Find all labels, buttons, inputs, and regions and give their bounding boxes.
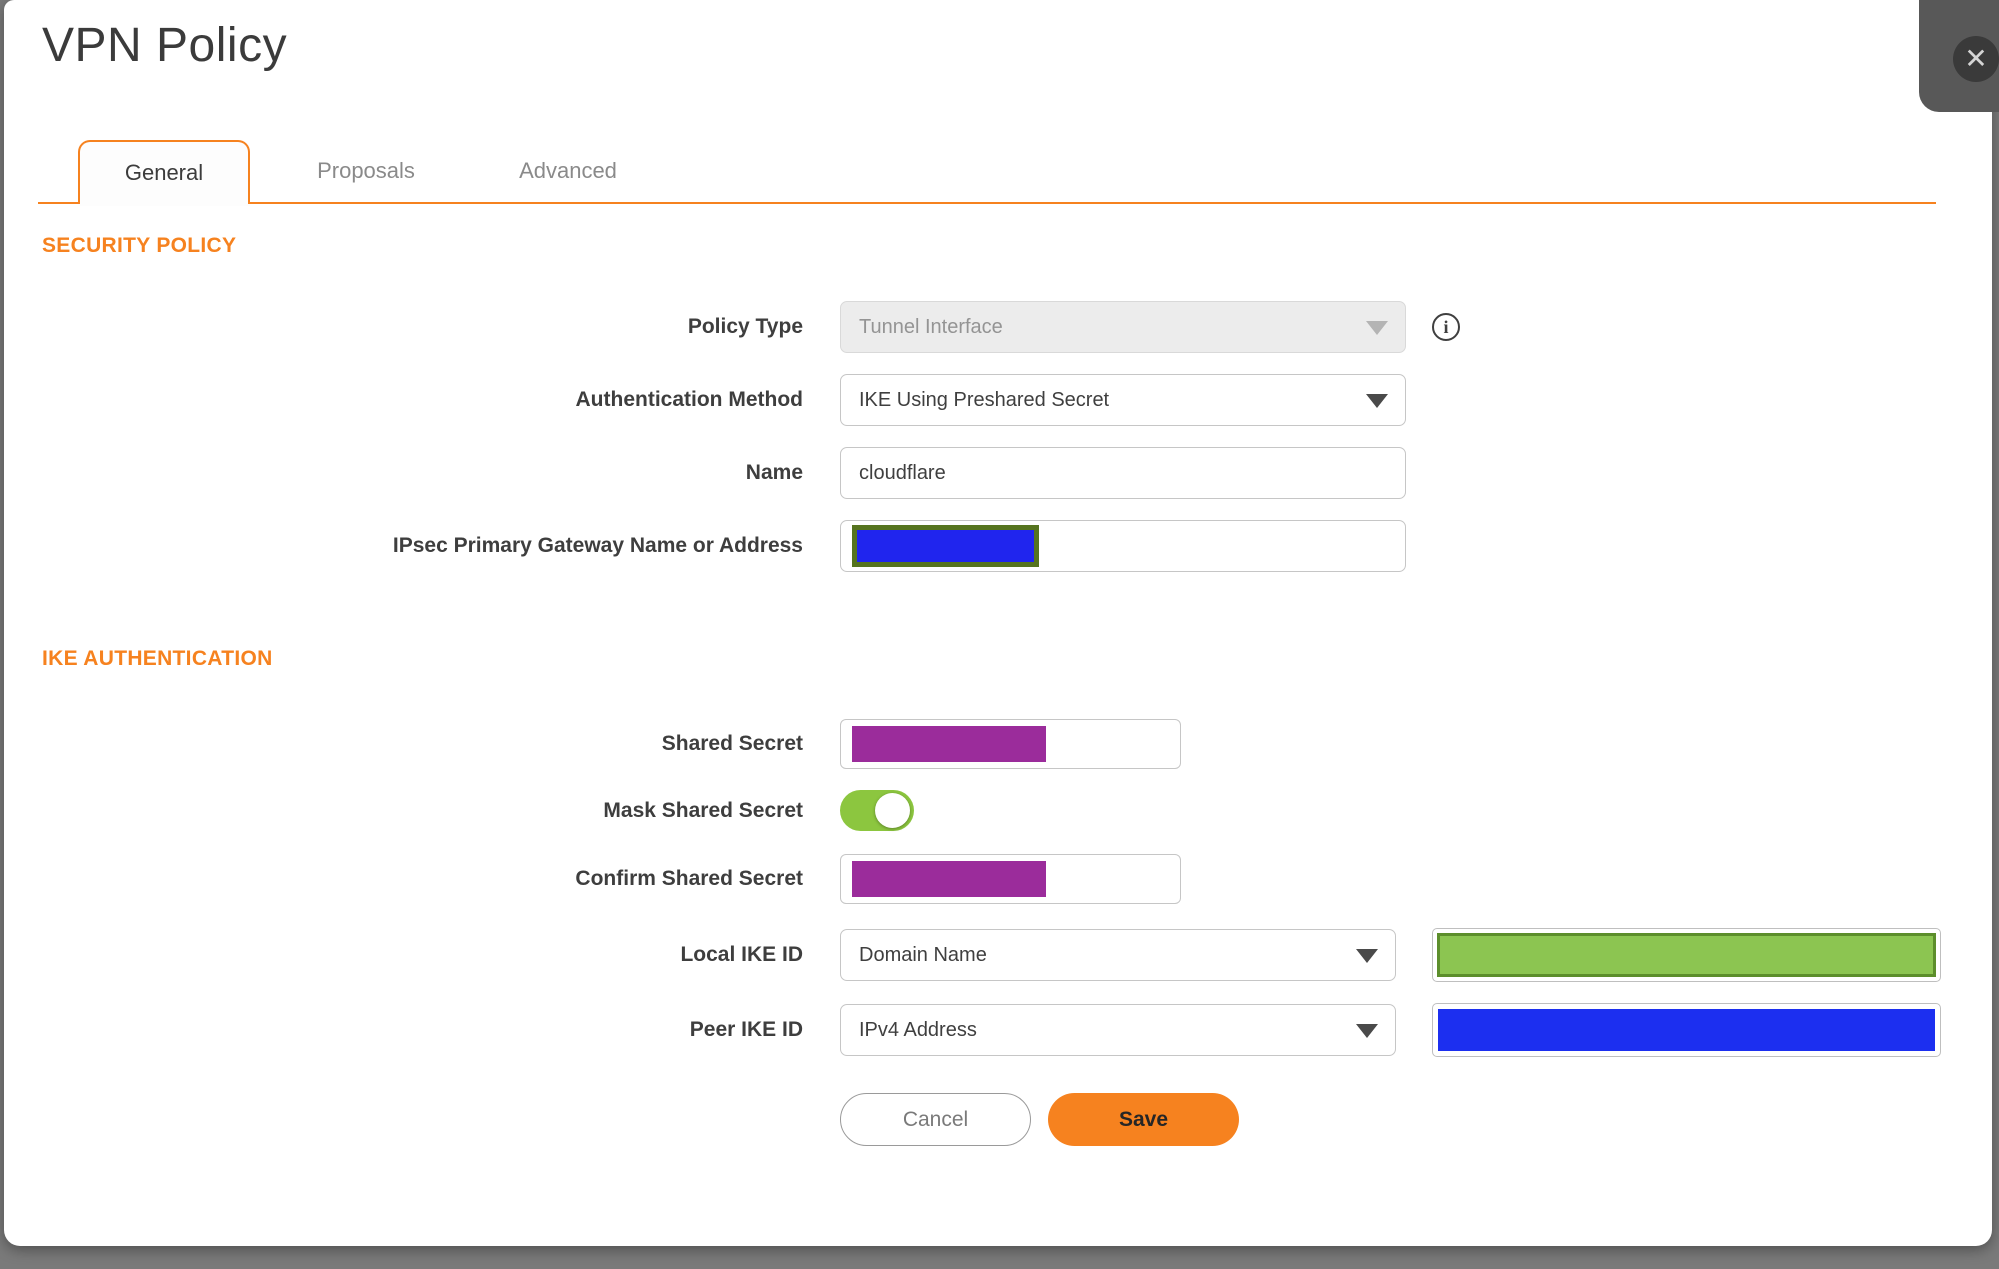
row-name: Name cloudflare (38, 447, 1992, 499)
row-ipsec-gateway: IPsec Primary Gateway Name or Address (38, 520, 1992, 572)
tab-proposals[interactable]: Proposals (280, 140, 452, 202)
local-ike-id-value: Domain Name (859, 943, 987, 966)
authentication-method-value: IKE Using Preshared Secret (859, 388, 1110, 411)
screen: VPN Policy General Proposals Advanced SE… (0, 0, 1999, 1269)
cancel-button[interactable]: Cancel (840, 1093, 1031, 1146)
vpn-policy-dialog: VPN Policy General Proposals Advanced SE… (4, 0, 1992, 1246)
redaction-purple-box (852, 726, 1046, 762)
confirm-shared-secret-label: Confirm Shared Secret (575, 867, 803, 890)
row-shared-secret: Shared Secret (38, 719, 1992, 769)
tab-bar: General Proposals Advanced (38, 140, 1936, 204)
save-button[interactable]: Save (1048, 1093, 1239, 1146)
chevron-down-icon (1356, 949, 1378, 963)
tab-general-label: General (124, 160, 204, 185)
redaction-blue-box (852, 525, 1039, 567)
local-ike-id-input[interactable] (1432, 928, 1941, 982)
redaction-purple-box (852, 861, 1046, 897)
policy-type-value: Tunnel Interface (859, 315, 1003, 338)
name-value: cloudflare (859, 461, 946, 484)
authentication-method-label: Authentication Method (575, 388, 803, 411)
section-ike-authentication: IKE AUTHENTICATION (42, 647, 273, 670)
chevron-down-icon (1366, 321, 1388, 335)
page-title: VPN Policy (42, 19, 288, 72)
row-confirm-shared-secret: Confirm Shared Secret (38, 854, 1992, 904)
tab-advanced-label: Advanced (519, 158, 617, 183)
chevron-down-icon (1356, 1024, 1378, 1038)
close-button[interactable]: ✕ (1953, 36, 1999, 82)
info-icon[interactable]: i (1432, 313, 1460, 341)
row-local-ike-id: Local IKE ID Domain Name (38, 928, 1992, 982)
peer-ike-id-select[interactable]: IPv4 Address (840, 1004, 1396, 1056)
name-label: Name (745, 461, 803, 484)
local-ike-id-select[interactable]: Domain Name (840, 929, 1396, 981)
name-input[interactable]: cloudflare (840, 447, 1406, 499)
tab-proposals-label: Proposals (317, 158, 415, 183)
local-ike-id-label: Local IKE ID (680, 943, 803, 966)
mask-shared-secret-label: Mask Shared Secret (603, 798, 803, 822)
shared-secret-label: Shared Secret (661, 732, 803, 755)
policy-type-select[interactable]: Tunnel Interface (840, 301, 1406, 353)
mask-shared-secret-toggle[interactable] (840, 790, 914, 831)
dialog-actions: Cancel Save (840, 1093, 1992, 1146)
section-security-policy: SECURITY POLICY (42, 234, 237, 257)
row-authentication-method: Authentication Method IKE Using Preshare… (38, 374, 1992, 426)
authentication-method-select[interactable]: IKE Using Preshared Secret (840, 374, 1406, 426)
peer-ike-id-value: IPv4 Address (859, 1018, 977, 1041)
ipsec-gateway-label: IPsec Primary Gateway Name or Address (392, 534, 803, 557)
toggle-knob (875, 793, 910, 828)
policy-type-label: Policy Type (687, 315, 803, 338)
peer-ike-id-input[interactable] (1432, 1003, 1941, 1057)
tab-advanced[interactable]: Advanced (482, 140, 654, 202)
peer-ike-id-label: Peer IKE ID (689, 1018, 803, 1041)
redaction-green-box (1437, 933, 1936, 977)
row-policy-type: Policy Type Tunnel Interface i (38, 301, 1992, 353)
tab-general[interactable]: General (78, 140, 250, 204)
row-mask-shared-secret: Mask Shared Secret (38, 790, 1992, 831)
redaction-blue-box (1438, 1009, 1935, 1051)
chevron-down-icon (1366, 394, 1388, 408)
close-icon: ✕ (1964, 43, 1988, 74)
row-peer-ike-id: Peer IKE ID IPv4 Address (38, 1003, 1992, 1057)
